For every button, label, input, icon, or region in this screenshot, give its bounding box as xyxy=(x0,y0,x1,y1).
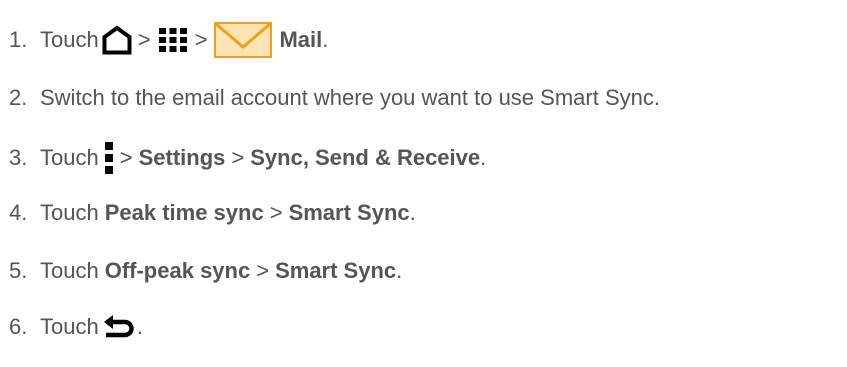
mail-envelope-icon xyxy=(214,22,273,58)
period: . xyxy=(136,314,143,339)
off-peak-sync-label: Off-peak sync xyxy=(104,258,251,283)
step-text: Touch xyxy=(40,258,99,283)
home-icon xyxy=(102,25,132,55)
separator: > xyxy=(269,200,283,225)
period: . xyxy=(480,145,487,170)
step-text: Touch xyxy=(40,314,99,339)
apps-grid-icon xyxy=(158,28,187,52)
settings-label: Settings xyxy=(138,145,226,170)
step-text: Touch xyxy=(40,27,99,52)
step-text: Touch xyxy=(40,200,99,225)
separator: > xyxy=(194,27,208,52)
mail-label: Mail xyxy=(279,27,323,52)
separator: > xyxy=(119,145,133,170)
sync-send-receive-label: Sync, Send & Receive xyxy=(250,145,481,170)
step-3: 3. Touch > Settings > Sync, Send & Recei… xyxy=(9,138,486,178)
smart-sync-label: Smart Sync xyxy=(288,200,410,225)
smart-sync-label: Smart Sync xyxy=(275,258,397,283)
separator: > xyxy=(137,27,151,52)
separator: > xyxy=(231,145,245,170)
step-1: 1. Touch > > Mail . xyxy=(9,20,328,60)
step-text: Switch to the email account where you wa… xyxy=(40,85,660,110)
step-number: 4. xyxy=(9,200,28,225)
step-4: 4. Touch Peak time sync > Smart Sync . xyxy=(9,193,416,233)
step-number: 3. xyxy=(9,145,28,170)
step-number: 1. xyxy=(9,27,28,52)
period: . xyxy=(396,258,403,283)
period: . xyxy=(322,27,329,52)
step-number: 5. xyxy=(9,258,28,283)
step-6: 6. Touch . xyxy=(9,307,143,347)
step-number: 6. xyxy=(9,314,28,339)
step-text: Touch xyxy=(40,145,99,170)
menu-icon xyxy=(104,142,113,174)
step-2: 2. Switch to the email account where you… xyxy=(9,78,660,118)
separator: > xyxy=(256,258,270,283)
step-number: 2. xyxy=(9,85,28,110)
back-icon xyxy=(103,315,134,338)
step-5: 5. Touch Off-peak sync > Smart Sync . xyxy=(9,251,402,291)
period: . xyxy=(409,200,416,225)
peak-time-sync-label: Peak time sync xyxy=(104,200,264,225)
